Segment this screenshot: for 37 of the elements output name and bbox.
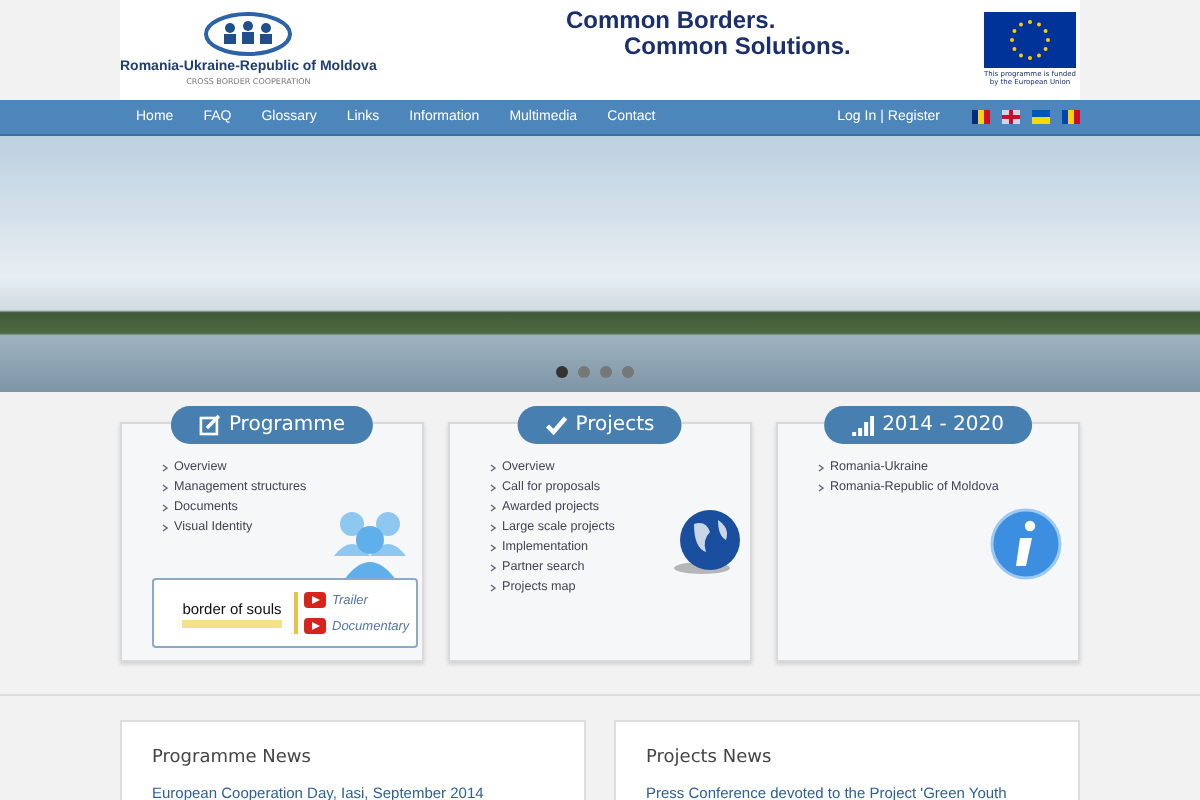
language-flag-icon[interactable] <box>1002 110 1020 124</box>
news-title: Projects News <box>646 748 774 768</box>
carousel-dot[interactable] <box>622 366 634 378</box>
language-flag-icon[interactable] <box>1062 110 1080 124</box>
info-icon <box>990 508 1062 580</box>
language-flag-icon[interactable] <box>972 110 990 124</box>
signal-bars-icon <box>852 415 875 435</box>
news-title: Programme News <box>152 748 313 768</box>
language-flag-icon[interactable] <box>1032 110 1050 124</box>
chevron-icon <box>162 464 168 472</box>
carousel-dot[interactable] <box>556 366 568 378</box>
play-icon <box>304 618 326 634</box>
chevron-icon <box>490 564 496 572</box>
chevron-icon <box>490 504 496 512</box>
carousel-dot[interactable] <box>600 366 612 378</box>
chevron-icon <box>490 464 496 472</box>
chevron-icon <box>490 584 496 592</box>
edit-icon <box>198 414 221 436</box>
chevron-icon <box>162 524 168 532</box>
eu-flag-icon <box>984 12 1076 68</box>
chevron-icon <box>490 544 496 552</box>
panel-heading[interactable]: Projects <box>517 406 683 444</box>
panel-heading[interactable]: 2014 - 2020 <box>824 406 1032 444</box>
chevron-icon <box>818 484 824 492</box>
carousel-dot[interactable] <box>578 366 590 378</box>
play-icon <box>304 592 326 608</box>
chevron-icon <box>162 484 168 492</box>
globe-icon <box>670 508 742 576</box>
panel-heading[interactable]: Programme <box>170 406 374 444</box>
chevron-icon <box>162 504 168 512</box>
chevron-icon <box>490 484 496 492</box>
chevron-icon <box>490 524 496 532</box>
slogan-text: Common Borders. <box>566 8 778 34</box>
chevron-icon <box>818 464 824 472</box>
logo-people-icon <box>204 12 293 56</box>
slogan-text: Common Solutions. <box>622 34 851 60</box>
check-icon <box>545 415 568 435</box>
